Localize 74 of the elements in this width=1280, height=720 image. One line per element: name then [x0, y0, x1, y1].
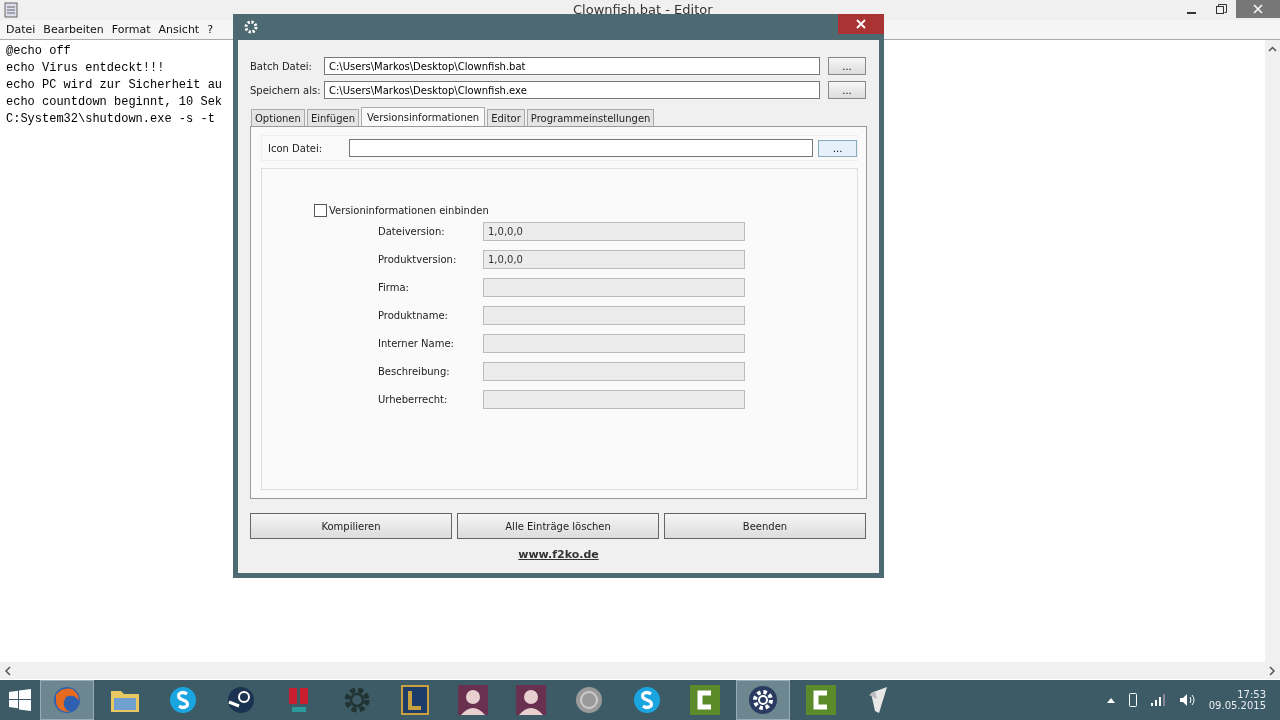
browse-button[interactable]: ...: [818, 139, 857, 157]
code-line: echo countdown beginnt, 10 Sek: [6, 94, 223, 111]
text-field[interactable]: [483, 333, 745, 353]
field-label: Firma:: [378, 281, 410, 293]
browse-button[interactable]: ...: [828, 57, 866, 75]
action-button[interactable]: Beenden: [664, 513, 866, 539]
cog-icon: [342, 685, 372, 715]
browse-button[interactable]: ...: [828, 81, 866, 99]
scroll-right-icon[interactable]: [1268, 665, 1276, 676]
checkbox[interactable]: [314, 204, 327, 217]
vertical-scrollbar[interactable]: [1265, 40, 1280, 662]
menu-item[interactable]: Bearbeiten: [39, 20, 108, 39]
start-icon[interactable]: [9, 689, 31, 711]
menu-item[interactable]: Format: [107, 20, 155, 39]
code-line: C:System32\shutdown.exe -s -t: [6, 111, 215, 128]
chat-icon: [168, 685, 198, 715]
avatar-icon: [516, 685, 546, 715]
tab[interactable]: Editor: [487, 109, 525, 126]
menu-item[interactable]: Ansicht: [154, 20, 204, 39]
close-button[interactable]: [838, 14, 884, 34]
action-button[interactable]: Kompilieren: [250, 513, 452, 539]
taskbar-app[interactable]: [736, 680, 790, 720]
action-button[interactable]: Alle Einträge löschen: [457, 513, 659, 539]
code-line: echo Virus entdeckt!!!: [6, 60, 165, 77]
tab[interactable]: Optionen: [251, 109, 305, 126]
field-label: Interner Name:: [378, 337, 455, 349]
signal-icon[interactable]: [1150, 694, 1165, 706]
field-label: Dateiversion:: [378, 225, 446, 237]
tab[interactable]: Versionsinformationen: [361, 107, 486, 126]
field-label: Beschreibung:: [378, 365, 451, 377]
clock[interactable]: 17:53 09.05.2015: [1208, 689, 1266, 711]
menu-item[interactable]: Datei: [2, 20, 40, 39]
field-label: Produktversion:: [378, 253, 458, 265]
code-line: echo PC wird zur Sicherheit au: [6, 77, 223, 94]
horizontal-scrollbar[interactable]: [0, 662, 1280, 679]
text-field[interactable]: 1,0,0,0: [483, 249, 745, 269]
restore-icon: [1215, 3, 1227, 15]
close-icon: [856, 19, 866, 29]
scroll-left-icon[interactable]: [4, 665, 12, 676]
field-label: Produktname:: [378, 309, 449, 321]
speaker-icon[interactable]: [1178, 693, 1195, 707]
tab[interactable]: Einfügen: [306, 109, 359, 126]
disc-icon: [574, 685, 604, 715]
shield-icon: [401, 685, 429, 715]
chat-icon: [632, 685, 662, 715]
menu-item[interactable]: ?: [203, 20, 218, 39]
tab[interactable]: Programmeinstellungen: [526, 109, 655, 126]
text-field[interactable]: [483, 277, 745, 297]
avatar-icon: [458, 685, 488, 715]
recorder-icon: [806, 685, 836, 715]
icon-file-field[interactable]: [348, 139, 814, 157]
caret-icon[interactable]: [1106, 697, 1115, 703]
phone-icon[interactable]: [1128, 693, 1137, 707]
text-field[interactable]: [483, 305, 745, 325]
text-field[interactable]: [483, 389, 745, 409]
close-icon: [1253, 4, 1263, 14]
settings-icon: [748, 685, 778, 715]
window-title: Clownfish.bat - Editor: [573, 2, 713, 17]
recorder-icon: [690, 685, 720, 715]
path-field[interactable]: C:\Users\Markos\Desktop\Clownfish.bat: [324, 57, 820, 75]
text-field[interactable]: 1,0,0,0: [483, 221, 745, 241]
code-line: @echo off: [6, 43, 71, 60]
gear-icon: [244, 20, 258, 34]
notepad-icon: [4, 2, 18, 18]
website-link[interactable]: www.f2ko.de: [518, 548, 599, 561]
path-field[interactable]: C:\Users\Markos\Desktop\Clownfish.exe: [324, 81, 820, 99]
field-label: Batch Datei:: [250, 60, 313, 72]
globe-icon: [52, 685, 82, 715]
checkbox-label: Versioninformationen einbinden: [329, 205, 489, 216]
field-label: Icon Datei:: [268, 142, 324, 154]
minimize-icon: [1186, 12, 1196, 14]
field-label: Urheberrecht:: [378, 393, 449, 405]
text-field[interactable]: [483, 361, 745, 381]
field-label: Speichern als:: [250, 84, 322, 96]
